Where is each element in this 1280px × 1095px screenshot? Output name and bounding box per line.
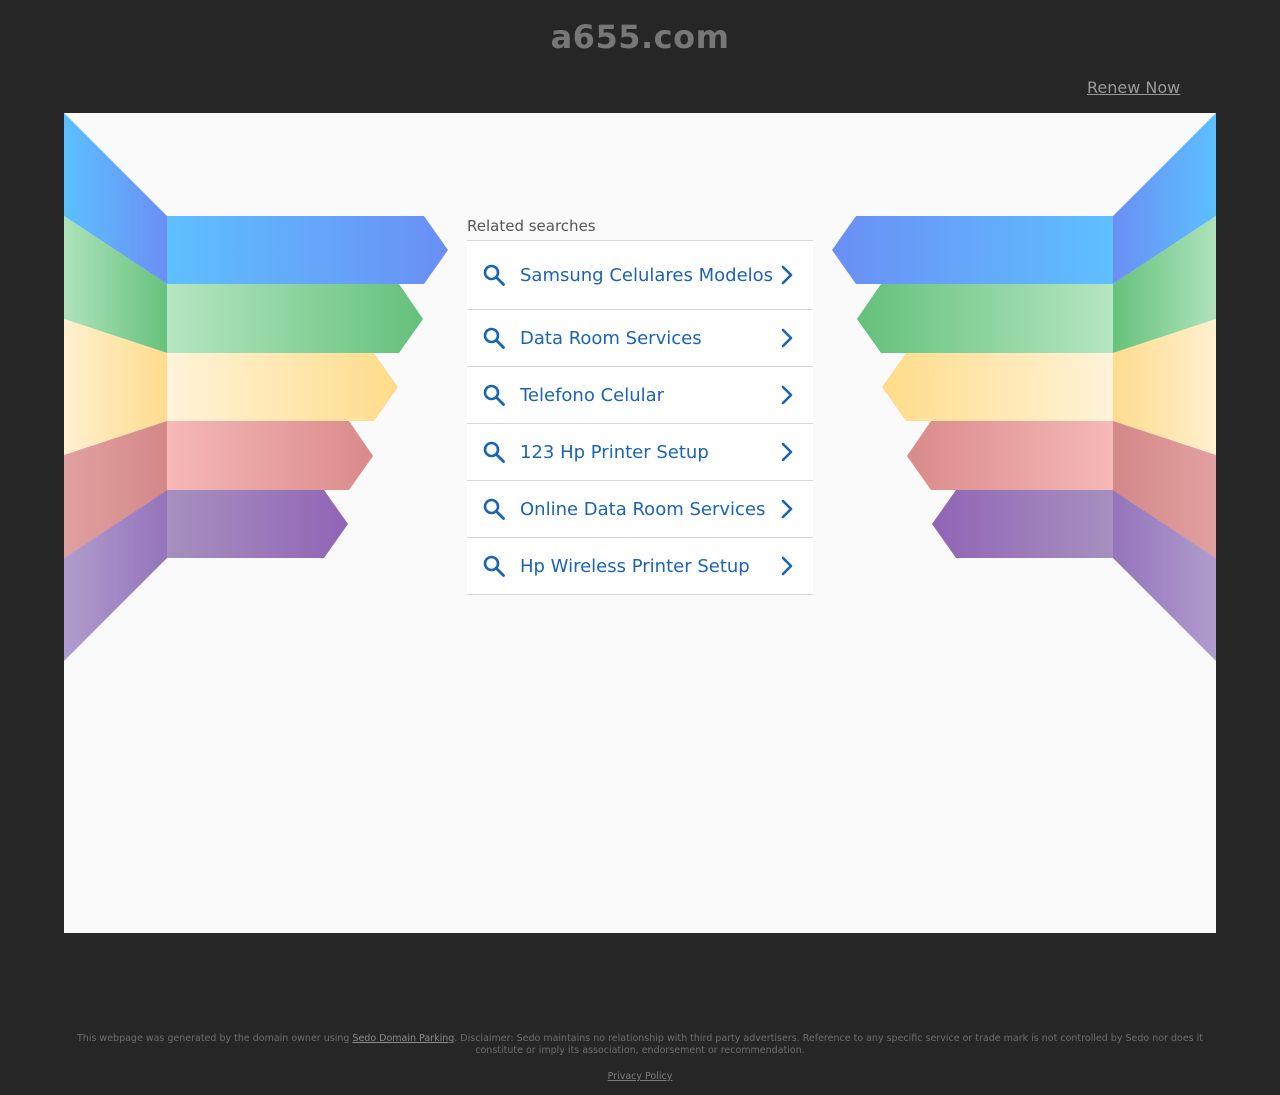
related-search-label: Online Data Room Services [520,498,766,520]
disclaimer: This webpage was generated by the domain… [60,1033,1220,1057]
search-icon [483,498,505,520]
privacy-policy-link[interactable]: Privacy Policy [608,1071,673,1082]
chevron-right-icon [781,328,793,348]
privacy-policy-container: Privacy Policy [0,1071,1280,1082]
related-searches: Related searches Samsung Celulares Model… [467,211,813,595]
disclaimer-text-after: . Disclaimer: Sedo maintains no relation… [454,1033,1203,1056]
search-icon [483,327,505,349]
chevron-right-icon [781,499,793,519]
related-search-label: 123 Hp Printer Setup [520,441,709,463]
related-search-item[interactable]: Data Room Services [467,310,813,367]
related-search-label: Samsung Celulares Modelos [520,264,774,286]
chevron-right-icon [781,442,793,462]
related-search-label: Hp Wireless Printer Setup [520,555,750,577]
main-panel: Related searches Samsung Celulares Model… [64,113,1216,933]
disclaimer-text-before: This webpage was generated by the domain… [77,1033,353,1044]
renew-now-link[interactable]: Renew Now [1087,78,1180,97]
related-search-item[interactable]: 123 Hp Printer Setup [467,424,813,481]
sedo-parking-link[interactable]: Sedo Domain Parking [352,1033,454,1044]
chevron-right-icon [781,556,793,576]
search-icon [483,555,505,577]
related-search-label: Telefono Celular [520,384,665,406]
search-icon [483,441,505,463]
related-search-item[interactable]: Samsung Celulares Modelos [467,241,813,310]
related-search-item[interactable]: Hp Wireless Printer Setup [467,538,813,595]
related-searches-heading: Related searches [467,211,813,241]
related-search-item[interactable]: Online Data Room Services [467,481,813,538]
domain-title: a655.com [550,18,730,56]
search-icon [483,264,505,286]
chevron-right-icon [781,385,793,405]
related-search-label: Data Room Services [520,327,702,349]
search-icon [483,384,505,406]
related-search-item[interactable]: Telefono Celular [467,367,813,424]
chevron-right-icon [781,265,793,285]
